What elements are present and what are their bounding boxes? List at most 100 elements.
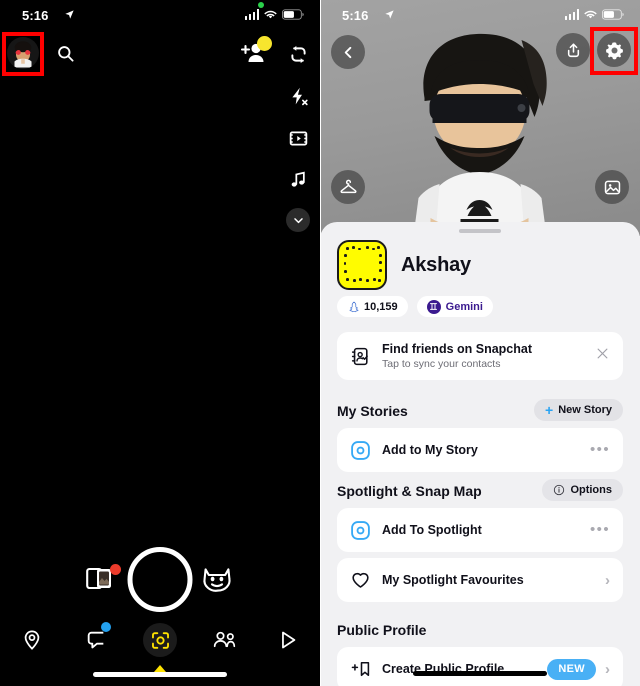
chat-badge-dot bbox=[101, 622, 111, 632]
status-bar-left: 5:16 bbox=[0, 0, 320, 30]
chevron-right-icon[interactable]: › bbox=[605, 572, 610, 589]
heart-icon bbox=[350, 570, 376, 590]
nav-item-friends[interactable] bbox=[192, 618, 256, 662]
search-icon bbox=[57, 45, 74, 62]
home-indicator-left bbox=[93, 672, 227, 677]
info-icon bbox=[554, 484, 565, 496]
gemini-glyph bbox=[430, 303, 438, 310]
add-story-circle-icon bbox=[350, 440, 376, 461]
nav-item-map[interactable] bbox=[0, 618, 64, 662]
cellular-signal-icon bbox=[244, 9, 259, 20]
profile-header: Akshay bbox=[337, 240, 471, 290]
friends-icon bbox=[213, 631, 235, 648]
status-indicators bbox=[244, 9, 305, 20]
cellular-signal-icon bbox=[564, 9, 579, 20]
zodiac-label: Gemini bbox=[445, 300, 483, 313]
settings-gear-button[interactable] bbox=[597, 33, 631, 67]
row-add-to-my-story[interactable]: Add to My Story ••• bbox=[337, 428, 623, 472]
section-heading-spotlight: Spotlight & Snap Map bbox=[337, 483, 482, 499]
camera-right-controls bbox=[284, 40, 312, 232]
more-dots-icon[interactable]: ••• bbox=[590, 442, 610, 457]
add-friend-button[interactable] bbox=[238, 36, 272, 70]
active-tab-caret bbox=[154, 665, 166, 672]
options-button[interactable]: Options bbox=[542, 479, 623, 501]
snapchat-profile-screen: 5:16 Akshay 10,159 Gemini Find friends o… bbox=[320, 0, 640, 686]
snapscore-value: 10,159 bbox=[364, 300, 398, 313]
snapscore-chip[interactable]: 10,159 bbox=[337, 296, 408, 317]
back-button[interactable] bbox=[331, 35, 365, 69]
snapchat-ghost-icon bbox=[349, 301, 359, 312]
section-heading-public-profile: Public Profile bbox=[337, 622, 427, 638]
plus-icon: + bbox=[545, 402, 554, 418]
gemini-symbol-icon bbox=[426, 299, 441, 314]
flash-toggle-button[interactable] bbox=[284, 82, 312, 110]
photo-edit-icon bbox=[604, 180, 620, 194]
row-label: Add to My Story bbox=[382, 443, 478, 457]
battery-icon bbox=[602, 9, 624, 20]
zodiac-chip[interactable]: Gemini bbox=[416, 296, 493, 317]
wardrobe-button[interactable] bbox=[331, 170, 365, 204]
find-friends-close-button[interactable] bbox=[595, 346, 610, 366]
find-friends-card[interactable]: Find friends on Snapchat Tap to sync you… bbox=[337, 332, 623, 380]
profile-sheet: Akshay 10,159 Gemini Find friends on Sna… bbox=[320, 222, 640, 686]
lens-carousel-button[interactable] bbox=[202, 566, 232, 594]
camera-scan-icon bbox=[151, 631, 169, 649]
add-spotlight-circle-icon bbox=[350, 520, 376, 541]
flip-camera-button[interactable] bbox=[284, 40, 312, 68]
flip-camera-icon bbox=[290, 45, 306, 63]
capture-controls bbox=[0, 547, 320, 619]
row-label: Add To Spotlight bbox=[382, 523, 482, 537]
battery-icon bbox=[282, 9, 304, 20]
new-story-button[interactable]: + New Story bbox=[534, 399, 623, 421]
wifi-icon bbox=[264, 10, 277, 19]
flash-off-icon bbox=[291, 87, 308, 105]
panel-divider bbox=[320, 0, 321, 686]
bitmoji-avatar-heart-eyes-icon bbox=[14, 41, 32, 68]
sheet-grabber[interactable] bbox=[459, 229, 501, 233]
chat-bubble-icon bbox=[87, 631, 104, 649]
shutter-button[interactable] bbox=[127, 547, 193, 612]
contacts-check-icon bbox=[350, 346, 376, 367]
status-indicators-right bbox=[564, 9, 625, 20]
chevron-down-icon bbox=[293, 217, 303, 223]
more-dots-icon[interactable]: ••• bbox=[590, 522, 610, 537]
profile-hero: 5:16 bbox=[320, 0, 640, 236]
edit-background-button[interactable] bbox=[595, 170, 629, 204]
new-badge: NEW bbox=[547, 658, 596, 680]
timeline-button[interactable] bbox=[284, 124, 312, 152]
nav-item-camera[interactable] bbox=[128, 618, 192, 672]
row-add-to-spotlight[interactable]: Add To Spotlight ••• bbox=[337, 508, 623, 552]
memories-button[interactable] bbox=[86, 564, 121, 595]
profile-display-name: Akshay bbox=[401, 253, 471, 276]
music-button[interactable] bbox=[284, 166, 312, 194]
add-bookmark-icon bbox=[350, 659, 376, 679]
search-button[interactable] bbox=[49, 37, 81, 69]
row-spotlight-favourites[interactable]: My Spotlight Favourites › bbox=[337, 558, 623, 602]
share-profile-button[interactable] bbox=[556, 33, 590, 67]
expand-tools-button[interactable] bbox=[286, 208, 310, 232]
snapcode[interactable] bbox=[337, 240, 387, 290]
wifi-icon bbox=[584, 10, 597, 19]
status-time-right: 5:16 bbox=[342, 8, 369, 23]
location-arrow-icon bbox=[65, 10, 74, 19]
new-story-label: New Story bbox=[558, 404, 612, 416]
play-triangle-icon bbox=[282, 631, 296, 649]
gear-icon bbox=[605, 41, 623, 59]
close-x-icon bbox=[597, 348, 608, 359]
camera-active-pill bbox=[143, 623, 177, 657]
location-arrow-icon bbox=[385, 10, 394, 19]
nav-item-spotlight[interactable] bbox=[256, 618, 320, 662]
status-bar-right: 5:16 bbox=[320, 0, 640, 30]
music-note-icon bbox=[291, 171, 305, 187]
status-time: 5:16 bbox=[22, 8, 49, 23]
lens-cat-face-icon bbox=[203, 568, 231, 592]
nav-item-chat[interactable] bbox=[64, 618, 128, 662]
screenshot-stage: 5:16 5:16 Akshay 10,159 Gemini Find frie… bbox=[0, 0, 640, 686]
section-heading-my-stories: My Stories bbox=[337, 403, 408, 419]
bitmoji-avatar-button[interactable] bbox=[7, 37, 39, 69]
options-label: Options bbox=[570, 484, 612, 496]
row-create-public-profile[interactable]: Create Public Profile NEW › bbox=[337, 647, 623, 686]
bottom-navigation bbox=[0, 618, 320, 672]
hanger-icon bbox=[339, 179, 357, 193]
chevron-right-icon[interactable]: › bbox=[605, 661, 610, 678]
